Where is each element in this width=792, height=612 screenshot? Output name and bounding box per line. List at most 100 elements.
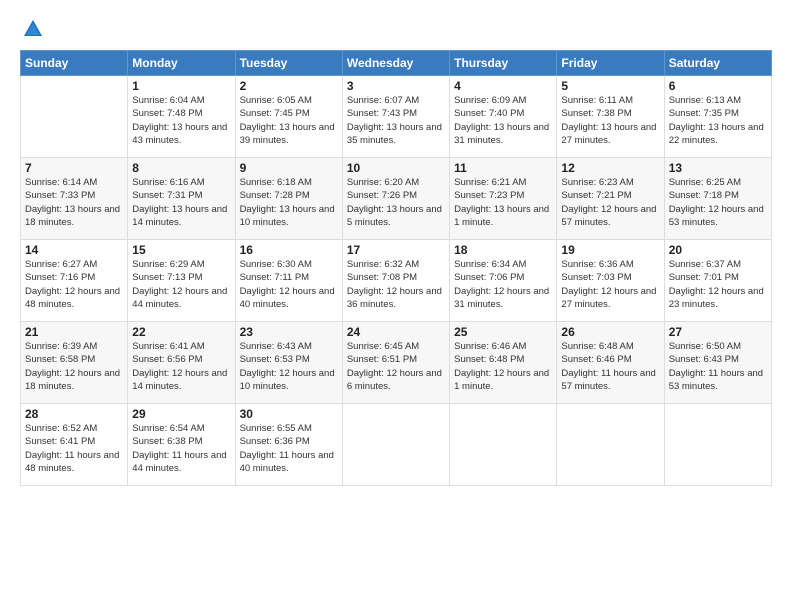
day-info: Sunrise: 6:48 AMSunset: 6:46 PMDaylight:… xyxy=(561,340,659,393)
day-info: Sunrise: 6:39 AMSunset: 6:58 PMDaylight:… xyxy=(25,340,123,393)
day-number: 13 xyxy=(669,161,767,175)
day-cell: 8Sunrise: 6:16 AMSunset: 7:31 PMDaylight… xyxy=(128,158,235,240)
day-cell xyxy=(21,76,128,158)
day-cell: 28Sunrise: 6:52 AMSunset: 6:41 PMDayligh… xyxy=(21,404,128,486)
day-cell xyxy=(557,404,664,486)
day-cell: 27Sunrise: 6:50 AMSunset: 6:43 PMDayligh… xyxy=(664,322,771,404)
day-number: 22 xyxy=(132,325,230,339)
day-cell: 1Sunrise: 6:04 AMSunset: 7:48 PMDaylight… xyxy=(128,76,235,158)
day-info: Sunrise: 6:27 AMSunset: 7:16 PMDaylight:… xyxy=(25,258,123,311)
week-row-0: 1Sunrise: 6:04 AMSunset: 7:48 PMDaylight… xyxy=(21,76,772,158)
day-number: 21 xyxy=(25,325,123,339)
day-cell xyxy=(342,404,449,486)
day-cell: 15Sunrise: 6:29 AMSunset: 7:13 PMDayligh… xyxy=(128,240,235,322)
week-row-2: 14Sunrise: 6:27 AMSunset: 7:16 PMDayligh… xyxy=(21,240,772,322)
day-info: Sunrise: 6:41 AMSunset: 6:56 PMDaylight:… xyxy=(132,340,230,393)
day-info: Sunrise: 6:21 AMSunset: 7:23 PMDaylight:… xyxy=(454,176,552,229)
day-number: 7 xyxy=(25,161,123,175)
day-cell: 13Sunrise: 6:25 AMSunset: 7:18 PMDayligh… xyxy=(664,158,771,240)
day-info: Sunrise: 6:45 AMSunset: 6:51 PMDaylight:… xyxy=(347,340,445,393)
week-row-1: 7Sunrise: 6:14 AMSunset: 7:33 PMDaylight… xyxy=(21,158,772,240)
day-number: 17 xyxy=(347,243,445,257)
day-info: Sunrise: 6:32 AMSunset: 7:08 PMDaylight:… xyxy=(347,258,445,311)
day-cell: 11Sunrise: 6:21 AMSunset: 7:23 PMDayligh… xyxy=(450,158,557,240)
day-info: Sunrise: 6:09 AMSunset: 7:40 PMDaylight:… xyxy=(454,94,552,147)
day-number: 23 xyxy=(240,325,338,339)
day-number: 14 xyxy=(25,243,123,257)
calendar-table: SundayMondayTuesdayWednesdayThursdayFrid… xyxy=(20,50,772,486)
day-cell: 9Sunrise: 6:18 AMSunset: 7:28 PMDaylight… xyxy=(235,158,342,240)
day-number: 8 xyxy=(132,161,230,175)
day-info: Sunrise: 6:11 AMSunset: 7:38 PMDaylight:… xyxy=(561,94,659,147)
day-info: Sunrise: 6:36 AMSunset: 7:03 PMDaylight:… xyxy=(561,258,659,311)
day-cell: 25Sunrise: 6:46 AMSunset: 6:48 PMDayligh… xyxy=(450,322,557,404)
day-info: Sunrise: 6:52 AMSunset: 6:41 PMDaylight:… xyxy=(25,422,123,475)
weekday-wednesday: Wednesday xyxy=(342,51,449,76)
day-number: 4 xyxy=(454,79,552,93)
day-number: 11 xyxy=(454,161,552,175)
day-number: 19 xyxy=(561,243,659,257)
day-info: Sunrise: 6:20 AMSunset: 7:26 PMDaylight:… xyxy=(347,176,445,229)
day-number: 10 xyxy=(347,161,445,175)
day-number: 5 xyxy=(561,79,659,93)
weekday-header-row: SundayMondayTuesdayWednesdayThursdayFrid… xyxy=(21,51,772,76)
weekday-monday: Monday xyxy=(128,51,235,76)
day-info: Sunrise: 6:43 AMSunset: 6:53 PMDaylight:… xyxy=(240,340,338,393)
day-number: 30 xyxy=(240,407,338,421)
day-info: Sunrise: 6:25 AMSunset: 7:18 PMDaylight:… xyxy=(669,176,767,229)
day-number: 16 xyxy=(240,243,338,257)
day-info: Sunrise: 6:07 AMSunset: 7:43 PMDaylight:… xyxy=(347,94,445,147)
day-cell: 2Sunrise: 6:05 AMSunset: 7:45 PMDaylight… xyxy=(235,76,342,158)
day-info: Sunrise: 6:46 AMSunset: 6:48 PMDaylight:… xyxy=(454,340,552,393)
day-cell: 21Sunrise: 6:39 AMSunset: 6:58 PMDayligh… xyxy=(21,322,128,404)
day-number: 9 xyxy=(240,161,338,175)
day-number: 24 xyxy=(347,325,445,339)
day-info: Sunrise: 6:50 AMSunset: 6:43 PMDaylight:… xyxy=(669,340,767,393)
day-number: 2 xyxy=(240,79,338,93)
day-cell: 14Sunrise: 6:27 AMSunset: 7:16 PMDayligh… xyxy=(21,240,128,322)
header xyxy=(20,18,772,40)
day-cell: 12Sunrise: 6:23 AMSunset: 7:21 PMDayligh… xyxy=(557,158,664,240)
week-row-3: 21Sunrise: 6:39 AMSunset: 6:58 PMDayligh… xyxy=(21,322,772,404)
weekday-thursday: Thursday xyxy=(450,51,557,76)
day-cell: 6Sunrise: 6:13 AMSunset: 7:35 PMDaylight… xyxy=(664,76,771,158)
logo-icon xyxy=(22,18,44,40)
page: SundayMondayTuesdayWednesdayThursdayFrid… xyxy=(0,0,792,612)
day-info: Sunrise: 6:29 AMSunset: 7:13 PMDaylight:… xyxy=(132,258,230,311)
day-cell: 10Sunrise: 6:20 AMSunset: 7:26 PMDayligh… xyxy=(342,158,449,240)
day-number: 29 xyxy=(132,407,230,421)
day-info: Sunrise: 6:13 AMSunset: 7:35 PMDaylight:… xyxy=(669,94,767,147)
day-cell: 20Sunrise: 6:37 AMSunset: 7:01 PMDayligh… xyxy=(664,240,771,322)
day-number: 28 xyxy=(25,407,123,421)
logo xyxy=(20,18,44,40)
day-info: Sunrise: 6:23 AMSunset: 7:21 PMDaylight:… xyxy=(561,176,659,229)
day-number: 27 xyxy=(669,325,767,339)
day-cell: 24Sunrise: 6:45 AMSunset: 6:51 PMDayligh… xyxy=(342,322,449,404)
day-number: 6 xyxy=(669,79,767,93)
weekday-tuesday: Tuesday xyxy=(235,51,342,76)
day-number: 15 xyxy=(132,243,230,257)
day-cell: 18Sunrise: 6:34 AMSunset: 7:06 PMDayligh… xyxy=(450,240,557,322)
day-cell: 16Sunrise: 6:30 AMSunset: 7:11 PMDayligh… xyxy=(235,240,342,322)
day-info: Sunrise: 6:04 AMSunset: 7:48 PMDaylight:… xyxy=(132,94,230,147)
day-cell: 4Sunrise: 6:09 AMSunset: 7:40 PMDaylight… xyxy=(450,76,557,158)
day-cell: 17Sunrise: 6:32 AMSunset: 7:08 PMDayligh… xyxy=(342,240,449,322)
day-cell: 22Sunrise: 6:41 AMSunset: 6:56 PMDayligh… xyxy=(128,322,235,404)
day-number: 1 xyxy=(132,79,230,93)
day-info: Sunrise: 6:18 AMSunset: 7:28 PMDaylight:… xyxy=(240,176,338,229)
day-cell xyxy=(450,404,557,486)
day-info: Sunrise: 6:37 AMSunset: 7:01 PMDaylight:… xyxy=(669,258,767,311)
day-info: Sunrise: 6:30 AMSunset: 7:11 PMDaylight:… xyxy=(240,258,338,311)
day-info: Sunrise: 6:14 AMSunset: 7:33 PMDaylight:… xyxy=(25,176,123,229)
day-cell xyxy=(664,404,771,486)
day-info: Sunrise: 6:55 AMSunset: 6:36 PMDaylight:… xyxy=(240,422,338,475)
day-cell: 30Sunrise: 6:55 AMSunset: 6:36 PMDayligh… xyxy=(235,404,342,486)
day-info: Sunrise: 6:54 AMSunset: 6:38 PMDaylight:… xyxy=(132,422,230,475)
day-cell: 5Sunrise: 6:11 AMSunset: 7:38 PMDaylight… xyxy=(557,76,664,158)
day-cell: 26Sunrise: 6:48 AMSunset: 6:46 PMDayligh… xyxy=(557,322,664,404)
day-cell: 23Sunrise: 6:43 AMSunset: 6:53 PMDayligh… xyxy=(235,322,342,404)
day-number: 12 xyxy=(561,161,659,175)
day-number: 25 xyxy=(454,325,552,339)
day-cell: 19Sunrise: 6:36 AMSunset: 7:03 PMDayligh… xyxy=(557,240,664,322)
weekday-friday: Friday xyxy=(557,51,664,76)
